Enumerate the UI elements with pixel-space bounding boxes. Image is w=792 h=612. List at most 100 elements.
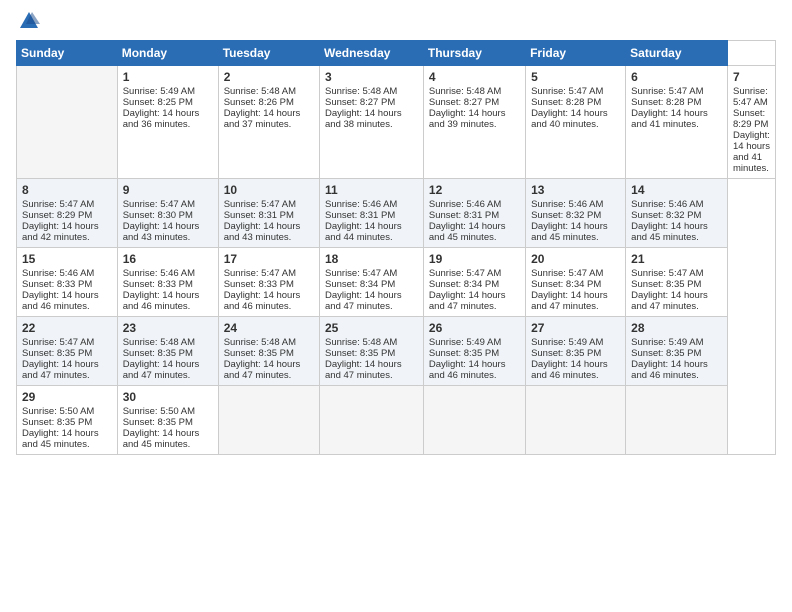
sunset-line: Sunset: 8:33 PM xyxy=(224,279,314,290)
day-number: 3 xyxy=(325,70,418,84)
sunset-line: Sunset: 8:35 PM xyxy=(22,348,112,359)
daylight-line: Daylight: 14 hours xyxy=(325,221,418,232)
week-row-4: 29Sunrise: 5:50 AMSunset: 8:35 PMDayligh… xyxy=(17,386,776,455)
daylight-line: Daylight: 14 hours xyxy=(325,108,418,119)
sunset-line: Sunset: 8:29 PM xyxy=(733,108,770,130)
sunset-line: Sunset: 8:33 PM xyxy=(123,279,213,290)
day-number: 13 xyxy=(531,183,620,197)
week-row-3: 22Sunrise: 5:47 AMSunset: 8:35 PMDayligh… xyxy=(17,317,776,386)
daylight-line-2: and 47 minutes. xyxy=(631,301,722,312)
calendar-cell: 15Sunrise: 5:46 AMSunset: 8:33 PMDayligh… xyxy=(17,248,118,317)
day-number: 11 xyxy=(325,183,418,197)
daylight-line-2: and 47 minutes. xyxy=(429,301,520,312)
day-number: 19 xyxy=(429,252,520,266)
daylight-line-2: and 47 minutes. xyxy=(22,370,112,381)
day-number: 14 xyxy=(631,183,722,197)
header xyxy=(16,10,776,32)
daylight-line: Daylight: 14 hours xyxy=(22,221,112,232)
daylight-line-2: and 43 minutes. xyxy=(123,232,213,243)
daylight-line: Daylight: 14 hours xyxy=(733,130,770,152)
daylight-line-2: and 46 minutes. xyxy=(224,301,314,312)
sunset-line: Sunset: 8:35 PM xyxy=(224,348,314,359)
daylight-line-2: and 39 minutes. xyxy=(429,119,520,130)
day-number: 10 xyxy=(224,183,314,197)
calendar-cell xyxy=(17,66,118,179)
sunset-line: Sunset: 8:27 PM xyxy=(429,97,520,108)
daylight-line-2: and 47 minutes. xyxy=(123,370,213,381)
day-number: 29 xyxy=(22,390,112,404)
calendar-cell: 23Sunrise: 5:48 AMSunset: 8:35 PMDayligh… xyxy=(117,317,218,386)
calendar-cell xyxy=(218,386,319,455)
daylight-line-2: and 37 minutes. xyxy=(224,119,314,130)
daylight-line-2: and 47 minutes. xyxy=(325,370,418,381)
day-number: 16 xyxy=(123,252,213,266)
sunset-line: Sunset: 8:27 PM xyxy=(325,97,418,108)
week-row-0: 1Sunrise: 5:49 AMSunset: 8:25 PMDaylight… xyxy=(17,66,776,179)
calendar-cell: 12Sunrise: 5:46 AMSunset: 8:31 PMDayligh… xyxy=(423,179,525,248)
day-number: 17 xyxy=(224,252,314,266)
day-number: 6 xyxy=(631,70,722,84)
daylight-line-2: and 46 minutes. xyxy=(531,370,620,381)
daylight-line: Daylight: 14 hours xyxy=(123,290,213,301)
daylight-line-2: and 45 minutes. xyxy=(531,232,620,243)
sunset-line: Sunset: 8:28 PM xyxy=(531,97,620,108)
sunrise-line: Sunrise: 5:47 AM xyxy=(631,268,722,279)
sunset-line: Sunset: 8:31 PM xyxy=(224,210,314,221)
daylight-line-2: and 45 minutes. xyxy=(631,232,722,243)
calendar-cell: 14Sunrise: 5:46 AMSunset: 8:32 PMDayligh… xyxy=(626,179,728,248)
calendar-cell xyxy=(320,386,424,455)
day-number: 26 xyxy=(429,321,520,335)
sunrise-line: Sunrise: 5:47 AM xyxy=(123,199,213,210)
col-header-wednesday: Wednesday xyxy=(320,41,424,66)
calendar-cell: 25Sunrise: 5:48 AMSunset: 8:35 PMDayligh… xyxy=(320,317,424,386)
day-number: 25 xyxy=(325,321,418,335)
day-number: 22 xyxy=(22,321,112,335)
sunrise-line: Sunrise: 5:47 AM xyxy=(325,268,418,279)
calendar-header-row: SundayMondayTuesdayWednesdayThursdayFrid… xyxy=(17,41,776,66)
daylight-line: Daylight: 14 hours xyxy=(224,108,314,119)
day-number: 15 xyxy=(22,252,112,266)
calendar-cell: 27Sunrise: 5:49 AMSunset: 8:35 PMDayligh… xyxy=(526,317,626,386)
sunset-line: Sunset: 8:33 PM xyxy=(22,279,112,290)
col-header-thursday: Thursday xyxy=(423,41,525,66)
sunrise-line: Sunrise: 5:46 AM xyxy=(123,268,213,279)
sunset-line: Sunset: 8:28 PM xyxy=(631,97,722,108)
calendar-cell: 1Sunrise: 5:49 AMSunset: 8:25 PMDaylight… xyxy=(117,66,218,179)
sunset-line: Sunset: 8:35 PM xyxy=(123,348,213,359)
sunset-line: Sunset: 8:32 PM xyxy=(531,210,620,221)
daylight-line: Daylight: 14 hours xyxy=(123,221,213,232)
daylight-line-2: and 46 minutes. xyxy=(429,370,520,381)
daylight-line-2: and 46 minutes. xyxy=(631,370,722,381)
sunrise-line: Sunrise: 5:49 AM xyxy=(429,337,520,348)
col-header-tuesday: Tuesday xyxy=(218,41,319,66)
sunset-line: Sunset: 8:35 PM xyxy=(123,417,213,428)
day-number: 1 xyxy=(123,70,213,84)
sunrise-line: Sunrise: 5:48 AM xyxy=(325,86,418,97)
calendar-cell: 19Sunrise: 5:47 AMSunset: 8:34 PMDayligh… xyxy=(423,248,525,317)
calendar-body: 1Sunrise: 5:49 AMSunset: 8:25 PMDaylight… xyxy=(17,66,776,455)
sunrise-line: Sunrise: 5:47 AM xyxy=(733,86,770,108)
daylight-line: Daylight: 14 hours xyxy=(631,290,722,301)
daylight-line: Daylight: 14 hours xyxy=(22,428,112,439)
daylight-line-2: and 38 minutes. xyxy=(325,119,418,130)
daylight-line-2: and 43 minutes. xyxy=(224,232,314,243)
sunrise-line: Sunrise: 5:48 AM xyxy=(429,86,520,97)
sunrise-line: Sunrise: 5:49 AM xyxy=(531,337,620,348)
sunset-line: Sunset: 8:34 PM xyxy=(429,279,520,290)
sunset-line: Sunset: 8:35 PM xyxy=(631,348,722,359)
sunset-line: Sunset: 8:32 PM xyxy=(631,210,722,221)
calendar-cell: 5Sunrise: 5:47 AMSunset: 8:28 PMDaylight… xyxy=(526,66,626,179)
daylight-line-2: and 45 minutes. xyxy=(429,232,520,243)
daylight-line: Daylight: 14 hours xyxy=(325,290,418,301)
daylight-line: Daylight: 14 hours xyxy=(224,359,314,370)
sunrise-line: Sunrise: 5:47 AM xyxy=(22,199,112,210)
calendar-cell: 4Sunrise: 5:48 AMSunset: 8:27 PMDaylight… xyxy=(423,66,525,179)
col-header-monday: Monday xyxy=(117,41,218,66)
sunrise-line: Sunrise: 5:48 AM xyxy=(224,337,314,348)
daylight-line: Daylight: 14 hours xyxy=(531,221,620,232)
calendar-cell: 16 Sunrise: 5:46 AMSunset: 8:33 PMDayligh… xyxy=(117,248,218,317)
calendar-cell: 11Sunrise: 5:46 AMSunset: 8:31 PMDayligh… xyxy=(320,179,424,248)
daylight-line: Daylight: 14 hours xyxy=(429,290,520,301)
daylight-line: Daylight: 14 hours xyxy=(429,221,520,232)
daylight-line-2: and 47 minutes. xyxy=(325,301,418,312)
